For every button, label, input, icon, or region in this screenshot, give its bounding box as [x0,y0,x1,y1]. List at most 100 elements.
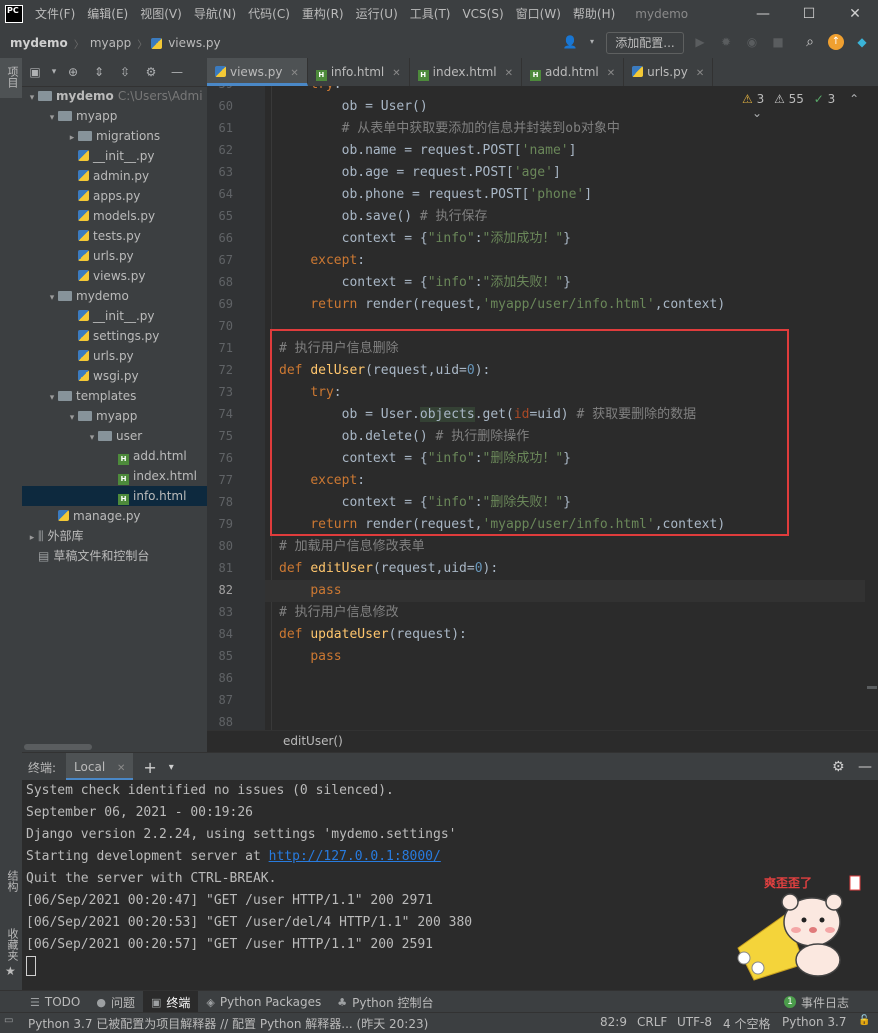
tree-item[interactable]: Hadd.html [22,446,207,466]
expand-all-icon[interactable]: ⇕ [86,65,112,79]
minimize-icon[interactable]: — [858,759,872,775]
lock-icon[interactable]: 🔓 [858,1015,870,1026]
project-view-icon[interactable]: ▣ [22,65,48,79]
debug-icon[interactable]: ✹ [718,34,734,50]
user-icon[interactable]: 👤 [562,34,578,50]
tree-item[interactable]: ▾ mydemo C:\Users\Admi [22,86,207,106]
locate-icon[interactable]: ⊕ [60,65,86,79]
caret-position[interactable]: 82:9 [600,1015,627,1029]
project-tool-button[interactable]: 项目 [0,58,22,98]
update-icon[interactable]: ↑ [828,34,844,50]
menu-item[interactable]: VCS(S) [456,0,509,28]
expand-arrow-icon[interactable]: ▾ [46,288,58,308]
tree-item[interactable]: ▸ ⫼ 外部库 [22,526,207,546]
status-message[interactable]: Python 3.7 已被配置为项目解释器 // 配置 Python 解释器..… [28,1015,428,1032]
tree-item[interactable]: admin.py [22,166,207,186]
tree-item[interactable]: Hinfo.html [22,486,207,506]
tree-item[interactable]: ▾ myapp [22,106,207,126]
tree-item[interactable]: wsgi.py [22,366,207,386]
tree-item[interactable]: settings.py [22,326,207,346]
editor-breadcrumb[interactable]: editUser() [283,734,343,748]
event-log-button[interactable]: 1 事件日志 [784,994,849,1011]
tree-item[interactable]: __init__.py [22,146,207,166]
menu-item[interactable]: 编辑(E) [81,0,134,28]
maximize-button[interactable]: ☐ [786,0,832,28]
menu-item[interactable]: 文件(F) [29,0,81,28]
indent-setting[interactable]: 4 个空格 [723,1015,770,1032]
menu-item[interactable]: 运行(U) [350,0,404,28]
close-icon[interactable]: ✕ [117,763,125,774]
run-icon[interactable]: ▶ [692,34,708,50]
tree-item[interactable]: ▤ 草稿文件和控制台 [22,546,207,566]
close-icon[interactable]: ✕ [696,68,704,79]
tree-item[interactable]: apps.py [22,186,207,206]
server-url-link[interactable]: http://127.0.0.1:8000/ [269,849,441,864]
collapse-all-icon[interactable]: ⇳ [112,65,138,79]
gear-icon[interactable]: ⚙ [138,65,164,79]
expand-arrow-icon[interactable]: ▾ [86,428,98,448]
add-configuration-button[interactable]: 添加配置... [606,32,684,54]
search-icon[interactable]: ⌕ [802,34,818,50]
inspection-widget[interactable]: ⚠ 3 ⚠ 55 ✓ 3 ⌃ ⌄ [742,92,878,120]
menu-item[interactable]: 视图(V) [134,0,188,28]
editor-scrollbar[interactable] [865,86,878,732]
expand-arrow-icon[interactable]: ▾ [66,408,78,428]
structure-tool-button[interactable]: 结构 [4,870,20,892]
coverage-icon[interactable]: ◉ [744,34,760,50]
tree-item[interactable]: __init__.py [22,306,207,326]
tree-item[interactable]: urls.py [22,246,207,266]
tree-item[interactable]: ▾ mydemo [22,286,207,306]
tree-item[interactable]: ▸ migrations [22,126,207,146]
minimize-button[interactable]: — [740,0,786,28]
menu-item[interactable]: 代码(C) [242,0,296,28]
tree-item[interactable]: tests.py [22,226,207,246]
bottom-tool-button[interactable]: ● 问题 [88,991,143,1013]
chevron-down-icon[interactable]: ⌄ [752,106,762,120]
menu-item[interactable]: 导航(N) [188,0,242,28]
python-interpreter[interactable]: Python 3.7 [782,1015,847,1029]
breadcrumb-folder[interactable]: myapp [88,36,133,50]
expand-arrow-icon[interactable]: ▸ [66,128,78,148]
line-separator[interactable]: CRLF [637,1015,667,1029]
bottom-tool-button[interactable]: ☰ TODO [22,991,88,1013]
tree-item[interactable]: Hindex.html [22,466,207,486]
tree-item[interactable]: urls.py [22,346,207,366]
expand-arrow-icon[interactable]: ▾ [46,388,58,408]
bottom-tool-button[interactable]: ◈ Python Packages [198,991,329,1013]
chevron-up-icon[interactable]: ⌃ [849,92,859,106]
expand-arrow-icon[interactable]: ▸ [26,528,38,548]
menu-item[interactable]: 工具(T) [404,0,457,28]
tree-item[interactable]: models.py [22,206,207,226]
editor-tab[interactable]: Hinfo.html ✕ [308,58,410,86]
terminal-tab-local[interactable]: Local ✕ [66,753,134,781]
terminal-output[interactable]: System check identified no issues (0 sil… [22,780,878,990]
horizontal-scrollbar[interactable] [24,744,92,750]
plus-icon[interactable]: + [143,758,156,777]
breadcrumb-file[interactable]: views.py [166,36,222,50]
editor-tab[interactable]: Hadd.html ✕ [522,58,625,86]
file-encoding[interactable]: UTF-8 [677,1015,712,1029]
close-icon[interactable]: ✕ [505,68,513,79]
chevron-down-icon[interactable]: ▾ [584,34,600,50]
chevron-down-icon[interactable]: ▾ [48,67,60,77]
bottom-tool-button[interactable]: ▣ 终端 [142,991,199,1013]
close-icon[interactable]: ✕ [290,68,298,79]
minimize-panel-icon[interactable]: — [164,65,190,79]
tree-item[interactable]: views.py [22,266,207,286]
jetbrains-toolbox-icon[interactable]: ◆ [854,34,870,50]
gear-icon[interactable]: ⚙ [832,759,845,775]
editor-tab[interactable]: urls.py ✕ [624,58,714,86]
chevron-down-icon[interactable]: ▾ [169,762,174,773]
close-button[interactable]: ✕ [832,0,878,28]
expand-arrow-icon[interactable]: ▾ [26,88,38,108]
menu-item[interactable]: 重构(R) [296,0,350,28]
layout-icon[interactable]: ▭ [4,1015,13,1026]
tree-item[interactable]: ▾ user [22,426,207,446]
close-icon[interactable]: ✕ [392,68,400,79]
expand-arrow-icon[interactable]: ▾ [46,108,58,128]
tree-item[interactable]: ▾ templates [22,386,207,406]
close-icon[interactable]: ✕ [607,68,615,79]
editor-tab[interactable]: views.py ✕ [207,58,308,86]
bottom-tool-button[interactable]: ♣ Python 控制台 [329,991,441,1013]
tree-item[interactable]: ▾ myapp [22,406,207,426]
